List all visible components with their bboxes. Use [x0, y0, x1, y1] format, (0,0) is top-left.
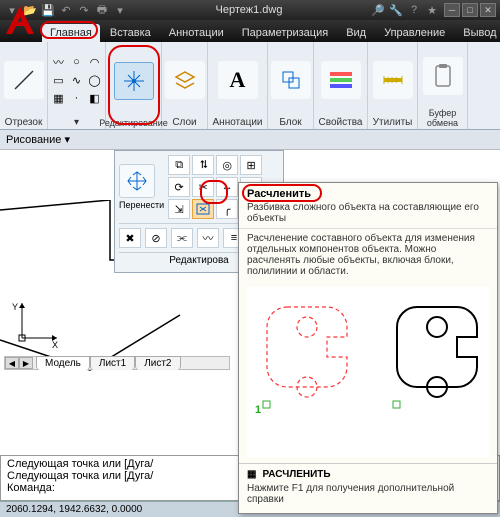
panel-draw-dd[interactable]: ▾ [74, 117, 79, 128]
mirror-icon[interactable]: ⮁ [192, 155, 214, 175]
trim-icon[interactable]: ✂ [192, 177, 214, 197]
tooltip-command: ▦ РАСЧЛЕНИТЬ [247, 469, 489, 480]
title-bar: ▾ 📂 💾 ↶ ↷ 🖶 ▾ Чертеж1.dwg 🔎 🔧 ? ★ ─ □ ✕ [0, 0, 500, 20]
region-icon[interactable]: ◧ [87, 90, 103, 106]
util-button[interactable] [373, 61, 413, 99]
qat-print-icon[interactable]: 🖶 [94, 2, 110, 18]
tab-manage[interactable]: Управление [376, 24, 453, 42]
minimize-button[interactable]: ─ [444, 3, 460, 17]
hatch-icon[interactable]: ▦ [51, 90, 67, 106]
tab-param[interactable]: Параметризация [234, 24, 336, 42]
move-label: Перенести [119, 200, 164, 210]
tab-home[interactable]: Главная [42, 24, 100, 42]
arc-icon[interactable]: ◠ [87, 54, 103, 70]
layers-button[interactable] [165, 61, 205, 99]
move-button[interactable] [119, 164, 155, 198]
tab-output[interactable]: Вывод [455, 24, 500, 42]
maximize-button[interactable]: □ [462, 3, 478, 17]
tb-binoculars-icon[interactable]: 🔎 [370, 2, 386, 18]
tooltip-f1-hint: Нажмите F1 для получения дополнительной … [247, 483, 489, 505]
rect-icon[interactable]: ▭ [51, 72, 67, 88]
qat-undo-icon[interactable]: ↶ [58, 2, 74, 18]
close-button[interactable]: ✕ [480, 3, 496, 17]
draw-tools-grid: 〰 ○ ◠ ▭ ∿ ◯ ▦ · ◧ [51, 54, 103, 106]
tooltip-title: Расчленить [239, 183, 497, 202]
tooltip-illustration: 1 [247, 287, 489, 457]
scroll-right-icon[interactable]: ▶ [19, 357, 33, 369]
tab-insert[interactable]: Вставка [102, 24, 159, 42]
tooltip-subtitle: Разбивка сложного объекта на составляющи… [239, 202, 497, 228]
tab-model[interactable]: Модель [36, 356, 90, 370]
polyline-icon[interactable]: 〰 [51, 54, 67, 70]
extend-icon[interactable]: ↔ [216, 177, 238, 197]
svg-text:Y: Y [12, 302, 18, 312]
circle-icon[interactable]: ○ [69, 54, 85, 70]
copy-icon[interactable]: ⧉ [168, 155, 190, 175]
fillet-icon[interactable]: ╭ [216, 199, 238, 219]
qat-drop-icon[interactable]: ▾ [112, 2, 128, 18]
qat-save-icon[interactable]: 💾 [40, 2, 56, 18]
join-icon[interactable]: ⫘ [171, 228, 193, 248]
tb-star-icon[interactable]: ★ [424, 2, 440, 18]
rotate-icon[interactable]: ⟳ [168, 177, 190, 197]
tb-help-icon[interactable]: ? [406, 2, 422, 18]
props-button[interactable] [321, 61, 361, 99]
panel-block-label: Блок [279, 117, 301, 128]
panel-clip-label: Буфер обмена [423, 108, 462, 128]
offset-icon[interactable]: ◎ [216, 155, 238, 175]
tooltip-desc: Расчленение составного объекта для измен… [239, 228, 497, 281]
panel-layers-label: Слои [172, 117, 196, 128]
block-button[interactable] [271, 61, 311, 99]
scroll-left-icon[interactable]: ◀ [5, 357, 19, 369]
ucs-icon: X Y [12, 298, 62, 348]
svg-text:X: X [52, 340, 58, 348]
qat-redo-icon[interactable]: ↷ [76, 2, 92, 18]
annot-button[interactable]: A [218, 61, 258, 99]
app-logo[interactable] [2, 2, 38, 38]
array-icon[interactable]: ⊞ [240, 155, 262, 175]
break-icon[interactable]: ⊘ [145, 228, 167, 248]
tab-view[interactable]: Вид [338, 24, 374, 42]
layout-tabs: Модель Лист1 Лист2 [36, 356, 181, 370]
panel-props-label: Свойства [319, 117, 363, 128]
clipboard-button[interactable] [423, 57, 463, 95]
draw-bar[interactable]: Рисование ▾ [0, 130, 500, 150]
point-icon[interactable]: · [69, 90, 85, 106]
ribbon: Отрезок 〰 ○ ◠ ▭ ∿ ◯ ▦ · ◧ ▾ Редактирован… [0, 42, 500, 130]
tab-layout1[interactable]: Лист1 [90, 356, 135, 370]
tb-key-icon[interactable]: 🔧 [388, 2, 404, 18]
tab-layout2[interactable]: Лист2 [135, 356, 180, 370]
panel-annot-label: Аннотации [213, 117, 263, 128]
ribbon-tabs: Главная Вставка Аннотации Параметризация… [0, 20, 500, 42]
panel-edit-label: Редактирование [99, 118, 168, 128]
tab-annot[interactable]: Аннотации [161, 24, 232, 42]
svg-text:1: 1 [255, 404, 261, 416]
panel-segment-label: Отрезок [5, 117, 43, 128]
window-title: Чертеж1.dwg [132, 4, 366, 16]
erase-icon[interactable]: ✖ [119, 228, 141, 248]
edit-button[interactable] [114, 62, 154, 100]
stretch-icon[interactable]: ⇲ [168, 199, 190, 219]
spline-icon[interactable]: ∿ [69, 72, 85, 88]
tooltip: Расчленить Разбивка сложного объекта на … [238, 182, 498, 514]
edit-pline-icon[interactable]: 〰 [197, 228, 219, 248]
line-button[interactable] [4, 61, 44, 99]
coords-readout: 2060.1294, 1942.6632, 0.0000 [6, 504, 142, 515]
panel-util-label: Утилиты [373, 117, 413, 128]
ellipse-icon[interactable]: ◯ [87, 72, 103, 88]
command-icon: ▦ [247, 469, 256, 480]
explode-icon[interactable] [192, 199, 214, 219]
